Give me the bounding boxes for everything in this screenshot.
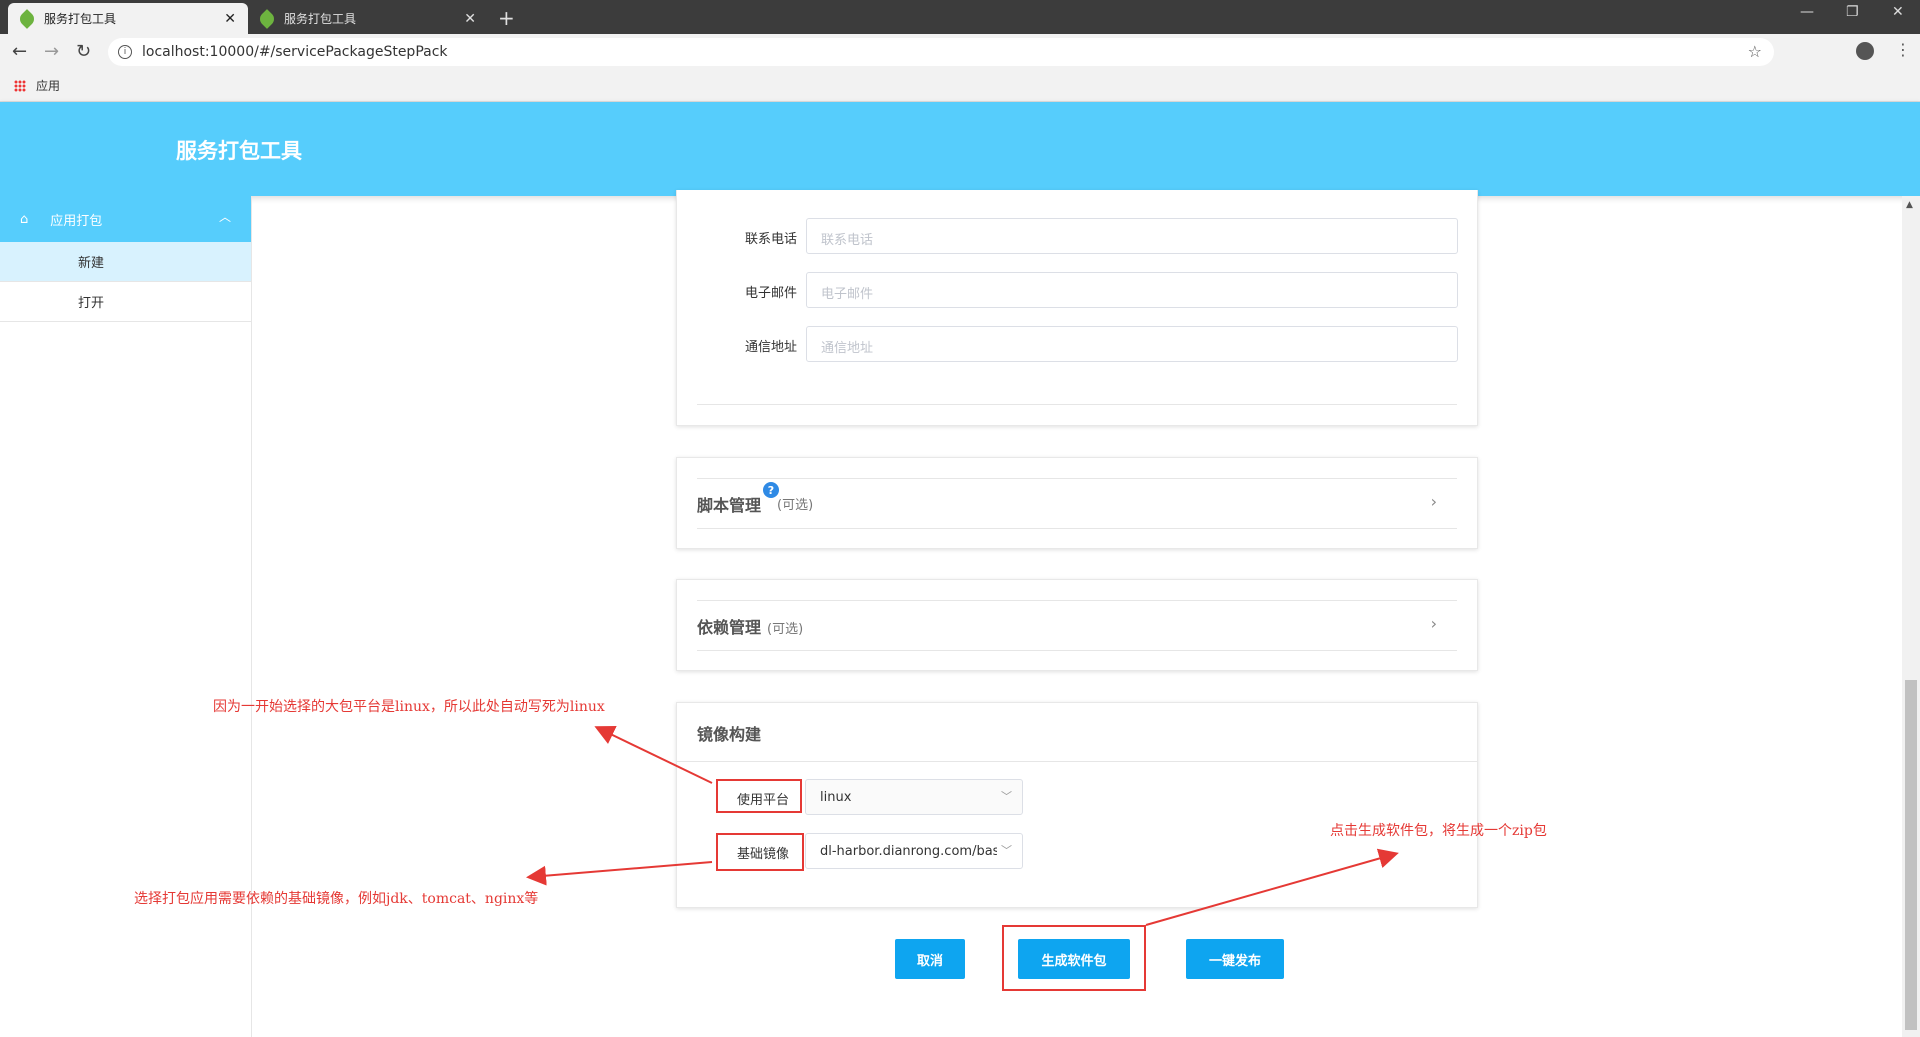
dependency-title-text: 依赖管理 [697, 618, 762, 637]
tab-close-icon[interactable]: ✕ [224, 11, 236, 27]
dependency-section-title: 依赖管理 (可选) [697, 614, 803, 638]
sidebar: ⌂ 应用打包 ︿ 新建 打开 [0, 196, 252, 1037]
address-bar[interactable]: i localhost:10000/#/servicePackageStepPa… [108, 38, 1774, 66]
phone-label: 联系电话 [744, 232, 797, 247]
phone-row: 联系电话 联系电话 [677, 218, 1477, 254]
platform-annotation-note: 因为一开始选择的大包平台是linux，所以此处自动写死为linux [213, 699, 605, 715]
forward-icon[interactable]: → [44, 41, 59, 62]
address-label: 通信地址 [744, 340, 797, 355]
base-image-annotation-note: 选择打包应用需要依赖的基础镜像，例如jdk、tomcat、nginx等 [134, 891, 539, 907]
sidebar-item-open[interactable]: 打开 [0, 282, 251, 322]
bookmark-apps-label[interactable]: 应用 [36, 77, 60, 94]
script-section-title: 脚本管理 [697, 492, 761, 516]
divider [697, 404, 1457, 405]
divider [697, 650, 1457, 651]
chevron-down-icon: ﹀ [997, 842, 1012, 858]
divider [697, 478, 1457, 479]
sidebar-item-new[interactable]: 新建 [0, 242, 251, 282]
bookmark-star-icon[interactable]: ☆ [1748, 42, 1762, 61]
url-text: localhost:10000/#/servicePackageStepPack [142, 44, 448, 60]
generate-highlight-box [1002, 925, 1146, 991]
base-image-value: dl-harbor.dianrong.com/bas [820, 844, 1000, 859]
reload-icon[interactable]: ↻ [76, 41, 91, 62]
script-optional-label: (可选) [777, 498, 814, 513]
tab-title: 服务打包工具 [284, 12, 357, 26]
one-click-publish-button[interactable]: 一键发布 [1186, 939, 1284, 979]
spring-leaf-icon [257, 8, 277, 29]
script-management-card[interactable]: 脚本管理 ? (可选) › [676, 457, 1478, 549]
browser-tab-strip: 服务打包工具 ✕ 服务打包工具 ✕ + — ❐ ✕ [0, 0, 1920, 34]
home-icon: ⌂ [20, 211, 29, 227]
new-tab-icon[interactable]: + [498, 6, 515, 30]
divider [697, 528, 1457, 529]
divider [697, 600, 1457, 601]
menu-kebab-icon[interactable]: ⋮ [1895, 40, 1911, 59]
script-title-text: 脚本管理 [697, 496, 762, 515]
window-close-icon[interactable]: ✕ [1892, 4, 1904, 20]
profile-avatar-icon[interactable] [1856, 42, 1874, 60]
email-label: 电子邮件 [744, 286, 797, 301]
image-section-title: 镜像构建 [697, 725, 762, 744]
platform-value: linux [820, 790, 852, 805]
spring-leaf-icon [17, 8, 37, 29]
sidebar-group-label: 应用打包 [50, 213, 103, 229]
phone-input[interactable]: 联系电话 [806, 218, 1458, 254]
address-input[interactable]: 通信地址 [806, 326, 1458, 362]
dependency-optional-label: (可选) [767, 622, 804, 637]
email-input[interactable]: 电子邮件 [806, 272, 1458, 308]
sidebar-group-app-pack[interactable]: ⌂ 应用打包 ︿ [0, 196, 251, 242]
tab-close-icon[interactable]: ✕ [464, 11, 476, 27]
scrollbar-thumb[interactable] [1905, 680, 1917, 1030]
sidebar-item-label: 打开 [78, 296, 105, 311]
back-icon[interactable]: ← [12, 41, 27, 62]
email-row: 电子邮件 电子邮件 [677, 272, 1477, 308]
browser-toolbar: ← → ↻ i localhost:10000/#/servicePackage… [0, 34, 1920, 70]
restore-icon[interactable]: ❐ [1846, 4, 1859, 20]
browser-tab[interactable]: 服务打包工具 ✕ [248, 3, 488, 34]
divider [677, 761, 1477, 762]
app-header: 服务打包工具 [0, 102, 1920, 196]
generate-annotation-note: 点击生成软件包，将生成一个zip包 [1330, 823, 1547, 839]
info-icon[interactable]: i [118, 45, 132, 59]
browser-tab-active[interactable]: 服务打包工具 ✕ [8, 3, 248, 34]
platform-highlight-box [716, 779, 802, 813]
chevron-right-icon[interactable]: › [1431, 614, 1437, 633]
chevron-up-icon: ︿ [218, 210, 231, 224]
base-image-highlight-box [716, 833, 804, 871]
contact-info-card: 联系电话 联系电话 电子邮件 电子邮件 通信地址 通信地址 [676, 190, 1478, 426]
address-row: 通信地址 通信地址 [677, 326, 1477, 362]
apps-grid-icon[interactable] [14, 79, 26, 92]
cancel-button[interactable]: 取消 [895, 939, 965, 979]
minimize-icon[interactable]: — [1800, 4, 1814, 20]
base-image-select[interactable]: dl-harbor.dianrong.com/bas ﹀ [805, 833, 1023, 869]
platform-select[interactable]: linux ﹀ [805, 779, 1023, 815]
dependency-management-card[interactable]: 依赖管理 (可选) › [676, 579, 1478, 671]
tab-title: 服务打包工具 [44, 12, 117, 26]
app-title: 服务打包工具 [176, 139, 302, 163]
scroll-up-arrow-icon[interactable]: ▲ [1906, 200, 1913, 210]
chevron-right-icon[interactable]: › [1431, 492, 1437, 511]
bookmarks-bar: 应用 [0, 70, 1920, 102]
chevron-down-icon: ﹀ [1001, 790, 1012, 803]
sidebar-item-label: 新建 [78, 256, 105, 271]
